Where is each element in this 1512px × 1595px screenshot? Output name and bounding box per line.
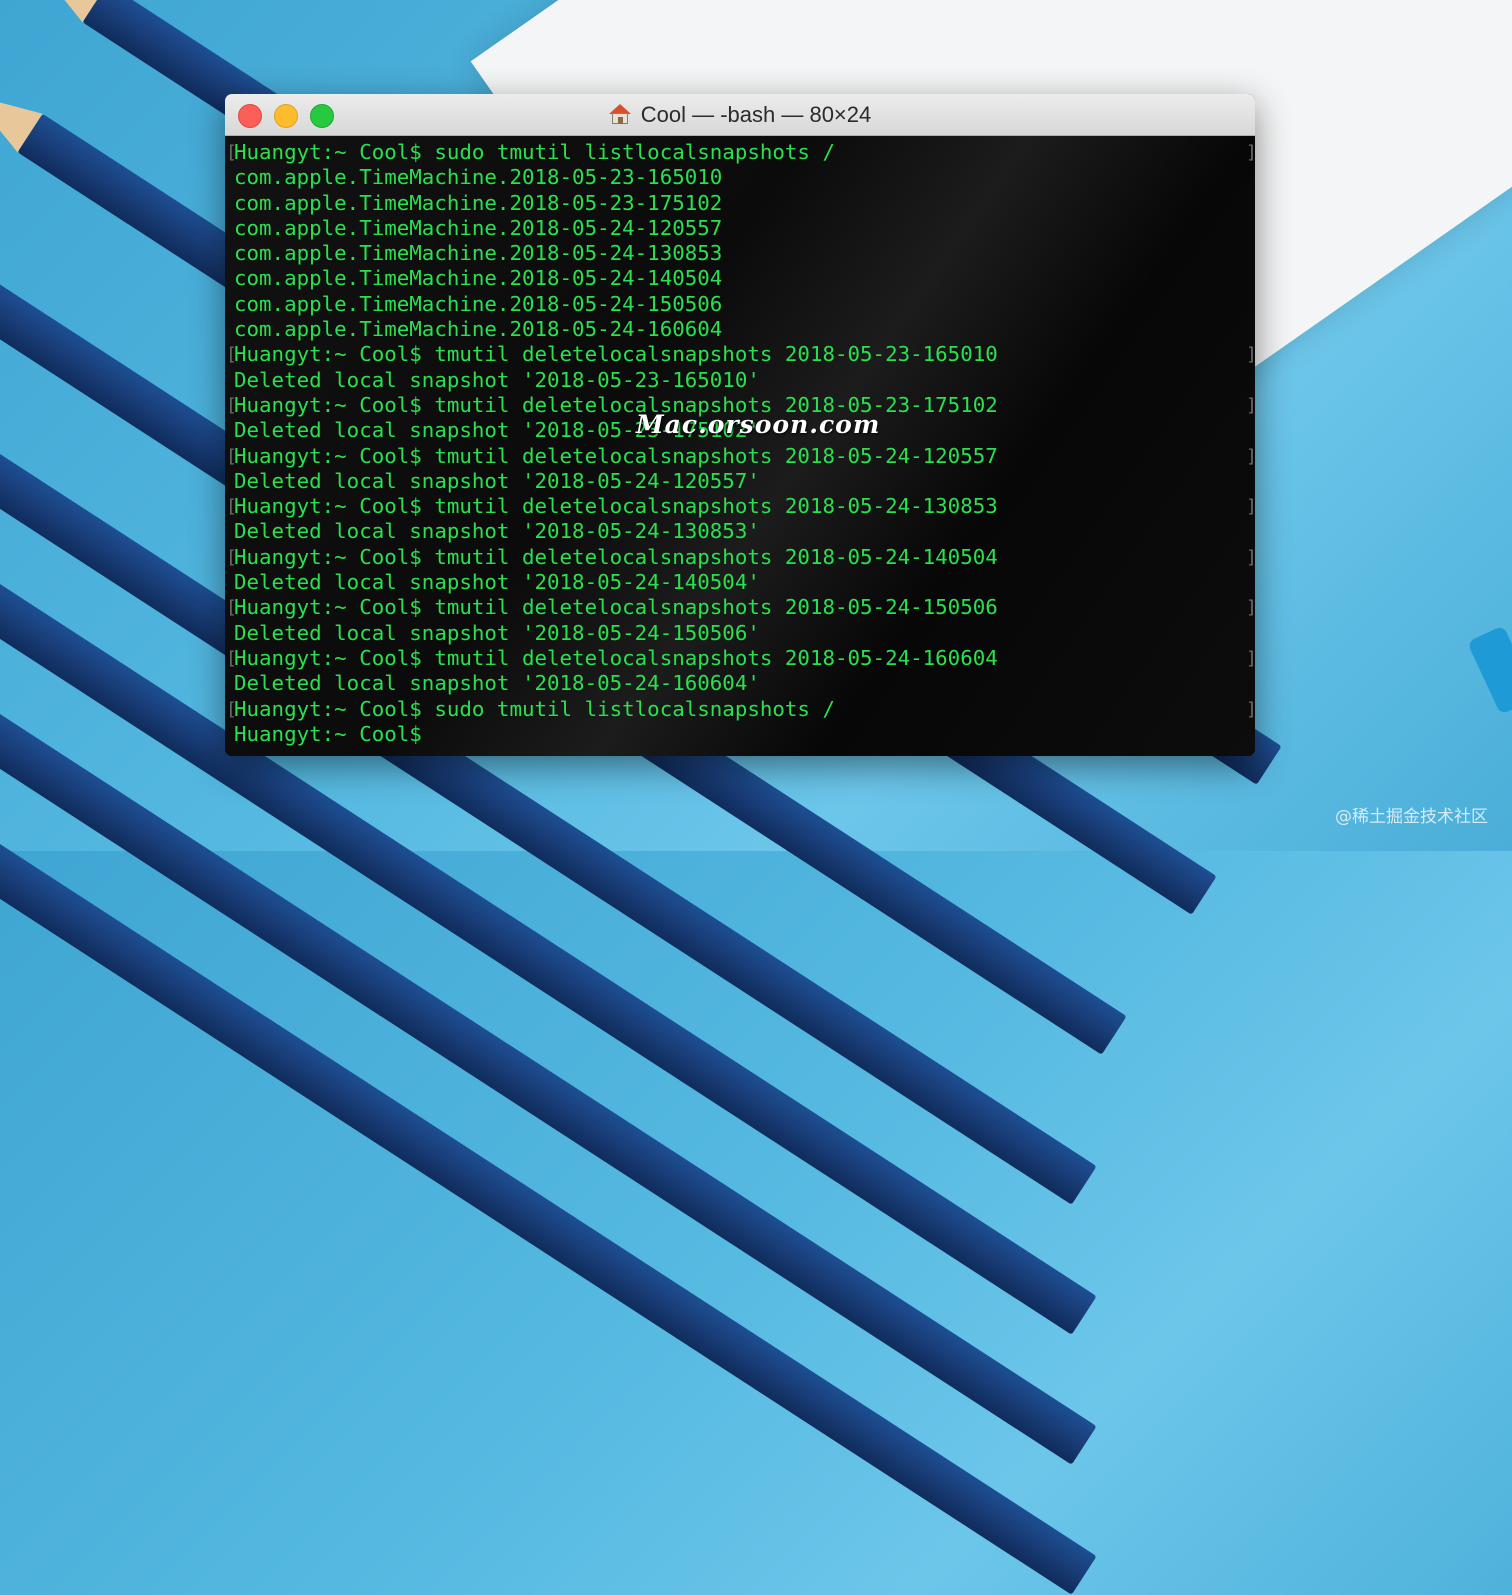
terminal-current-prompt[interactable]: Huangyt:~ Cool$ (234, 722, 1255, 747)
terminal-command-line: Huangyt:~ Cool$ sudo tmutil listlocalsna… (226, 140, 1255, 166)
terminal-command-line: Huangyt:~ Cool$ tmutil deletelocalsnapsh… (226, 342, 1255, 368)
terminal-output[interactable]: Huangyt:~ Cool$ sudo tmutil listlocalsna… (225, 136, 1255, 756)
home-icon (608, 104, 631, 124)
watermark: Mac.orsoon.com (636, 410, 881, 439)
terminal-output-line: Deleted local snapshot '2018-05-23-16501… (234, 367, 760, 392)
terminal-output-line: Deleted local snapshot '2018-05-24-14050… (234, 570, 760, 595)
terminal-output-line: Deleted local snapshot '2018-05-24-15050… (234, 620, 760, 645)
title-bar[interactable]: Cool — -bash — 80×24 (225, 94, 1255, 136)
terminal-output-line: Deleted local snapshot '2018-05-24-13085… (234, 519, 760, 544)
terminal-output-line: com.apple.TimeMachine.2018-05-24-130853 (234, 241, 723, 266)
terminal-output-line: com.apple.TimeMachine.2018-05-24-120557 (234, 215, 723, 240)
terminal-command-line: Huangyt:~ Cool$ tmutil deletelocalsnapsh… (226, 545, 1255, 571)
window-title-text: Cool — -bash — 80×24 (640, 102, 872, 127)
terminal-output-line: Deleted local snapshot '2018-05-24-16060… (234, 671, 760, 696)
terminal-command-line: Huangyt:~ Cool$ tmutil deletelocalsnapsh… (226, 595, 1255, 621)
terminal-output-line: com.apple.TimeMachine.2018-05-24-160604 (234, 317, 723, 342)
terminal-output-line: com.apple.TimeMachine.2018-05-23-175102 (234, 190, 723, 215)
terminal-command-line: Huangyt:~ Cool$ tmutil deletelocalsnapsh… (226, 646, 1255, 672)
terminal-output-line: com.apple.TimeMachine.2018-05-23-165010 (234, 165, 723, 190)
terminal-command-line: Huangyt:~ Cool$ sudo tmutil listlocalsna… (226, 697, 1255, 723)
background-marker-cap (1466, 625, 1512, 715)
terminal-command-line: Huangyt:~ Cool$ tmutil deletelocalsnapsh… (226, 444, 1255, 470)
terminal-output-line: Deleted local snapshot '2018-05-24-12055… (234, 468, 760, 493)
window-title: Cool — -bash — 80×24 (225, 102, 1255, 128)
source-watermark: @稀土掘金技术社区 (1335, 807, 1488, 827)
terminal-output-line: com.apple.TimeMachine.2018-05-24-150506 (234, 291, 723, 316)
terminal-output-line: com.apple.TimeMachine.2018-05-24-140504 (234, 266, 723, 291)
terminal-command-line: Huangyt:~ Cool$ tmutil deletelocalsnapsh… (226, 494, 1255, 520)
